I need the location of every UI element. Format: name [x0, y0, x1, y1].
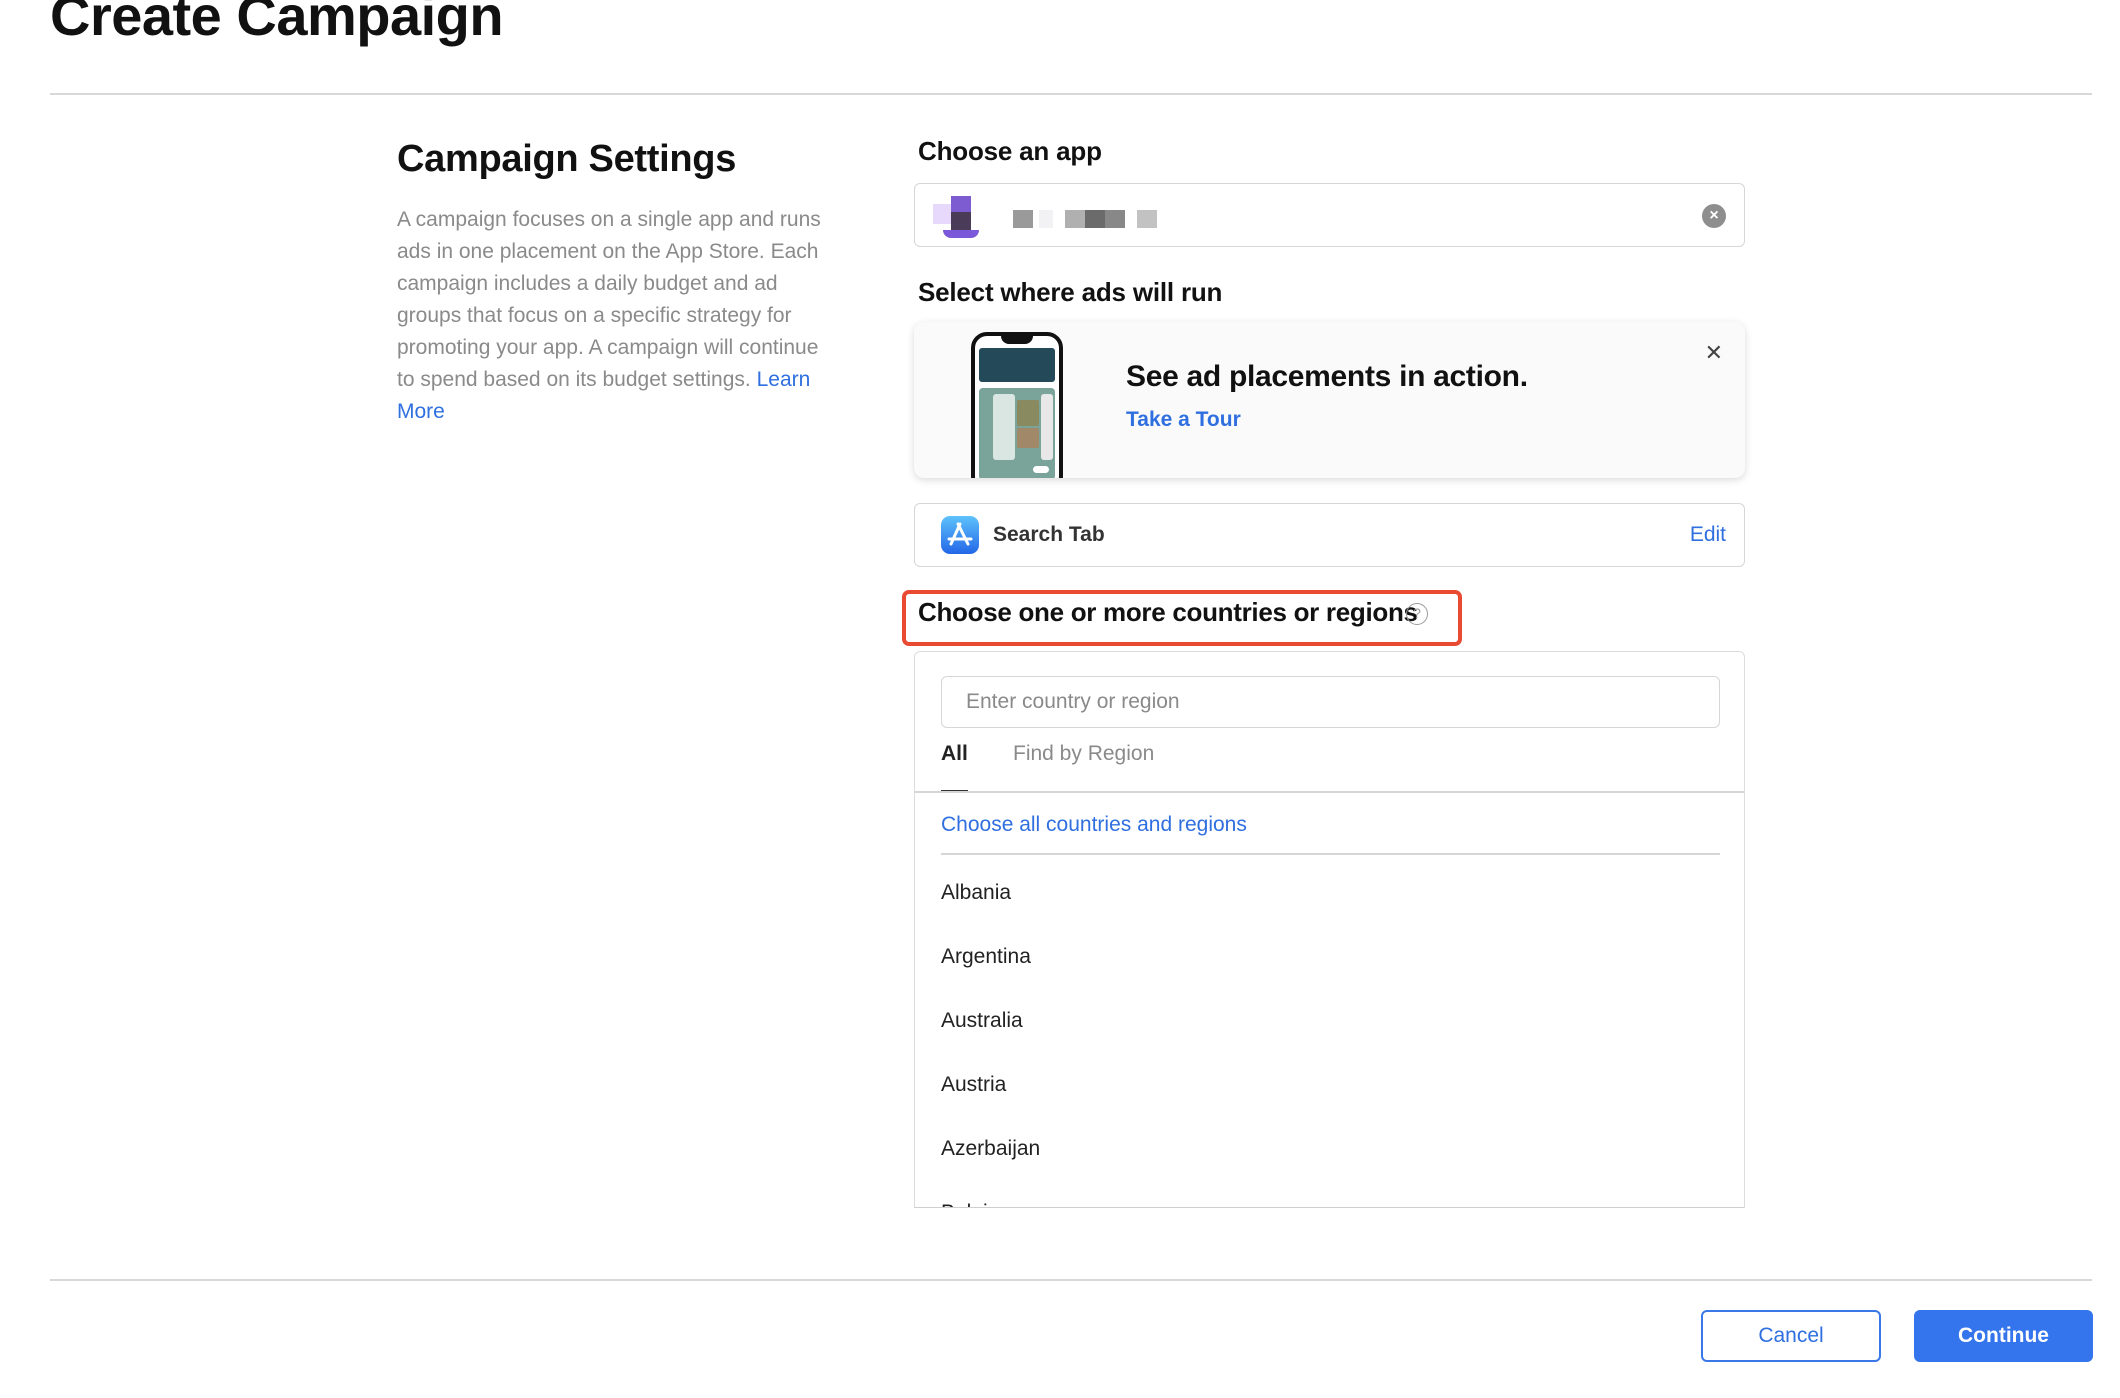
list-item[interactable]: Azerbaijan [941, 1136, 1720, 1200]
section-title: Campaign Settings [397, 138, 737, 180]
app-select-field[interactable]: × [914, 183, 1745, 247]
footer-divider [50, 1279, 2092, 1281]
tab-all[interactable]: All [941, 742, 968, 792]
list-divider [941, 853, 1720, 855]
redacted-app-name [1085, 210, 1105, 228]
ad-placements-promo: See ad placements in action. Take a Tour… [914, 322, 1745, 478]
choose-app-label: Choose an app [918, 136, 1102, 166]
close-icon[interactable]: ✕ [1705, 340, 1723, 366]
list-item[interactable]: Belgium [941, 1200, 1720, 1207]
tab-find-by-region[interactable]: Find by Region [1013, 742, 1154, 792]
take-a-tour-link[interactable]: Take a Tour [1126, 408, 1241, 432]
edit-placement-link[interactable]: Edit [1690, 523, 1726, 547]
country-search-input[interactable] [941, 676, 1720, 728]
description-text: A campaign focuses on a single app and r… [397, 208, 821, 391]
tabs-divider [915, 791, 1744, 793]
country-list: Albania Argentina Australia Austria Azer… [941, 880, 1720, 1207]
selected-placement: Search Tab Edit [914, 503, 1745, 567]
placement-label: Select where ads will run [918, 277, 1223, 307]
list-item[interactable]: Australia [941, 1008, 1720, 1072]
phone-illustration [971, 332, 1063, 478]
placement-name: Search Tab [993, 523, 1105, 546]
continue-button[interactable]: Continue [1914, 1310, 2093, 1362]
redacted-app-name [1039, 210, 1053, 228]
redacted-app-name [1065, 210, 1085, 228]
app-icon [933, 192, 979, 240]
list-item[interactable]: Albania [941, 880, 1720, 944]
redacted-app-name [1105, 210, 1125, 228]
app-store-icon [941, 516, 979, 554]
countries-panel: All Find by Region Choose all countries … [914, 651, 1745, 1208]
list-item[interactable]: Argentina [941, 944, 1720, 1008]
clear-circle-icon[interactable]: × [1702, 204, 1726, 228]
list-item[interactable]: Austria [941, 1072, 1720, 1136]
header-divider [50, 93, 2092, 95]
countries-label: Choose one or more countries or regions [918, 597, 1418, 627]
campaign-settings-intro: Campaign Settings A campaign focuses on … [397, 134, 837, 428]
cancel-button[interactable]: Cancel [1701, 1310, 1881, 1362]
section-description: A campaign focuses on a single app and r… [397, 204, 837, 428]
redacted-app-name [1013, 210, 1033, 228]
help-icon[interactable]: ? [1406, 603, 1428, 625]
redacted-app-name [1137, 210, 1157, 228]
page-title: Create Campaign [50, 0, 504, 47]
choose-all-countries-link[interactable]: Choose all countries and regions [941, 813, 1247, 837]
promo-title: See ad placements in action. [1126, 360, 1528, 393]
